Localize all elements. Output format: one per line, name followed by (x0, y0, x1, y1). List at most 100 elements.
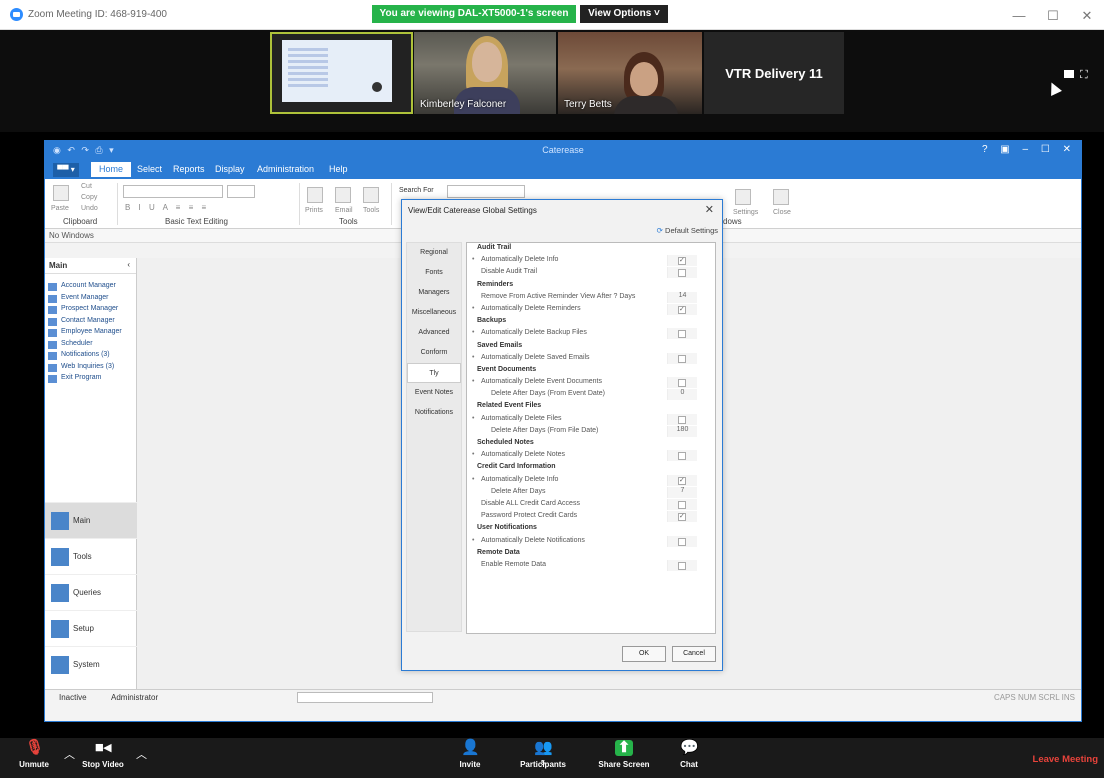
settings-row[interactable]: • Automatically Delete Saved Emails (467, 352, 715, 365)
settings-checkbox[interactable] (678, 415, 686, 424)
nav-group-system[interactable]: System (45, 646, 137, 682)
font-name-input[interactable] (123, 185, 223, 198)
undo-button[interactable]: Undo (81, 205, 98, 212)
collapse-chevron-icon[interactable]: ‹ (127, 260, 130, 269)
unmute-button[interactable]: 🎙 Unmute (14, 740, 54, 770)
close-button[interactable]: ✕ (1080, 8, 1094, 24)
nav-item-exit-program[interactable]: Exit Program (45, 374, 136, 386)
settings-nav-item[interactable]: Notifications (407, 403, 461, 423)
settings-button[interactable]: Settings (733, 209, 758, 216)
settings-row[interactable]: Enable Remote Data (467, 559, 715, 572)
close-doc-icon[interactable] (773, 189, 789, 205)
tools-icon[interactable] (363, 187, 379, 203)
view-options-button[interactable]: View Options ˅ (580, 5, 668, 23)
email-button[interactable]: Email (335, 207, 353, 214)
settings-checkbox[interactable] (678, 512, 686, 522)
settings-checkbox[interactable] (678, 476, 686, 485)
settings-nav-item[interactable]: Regional (407, 243, 461, 263)
settings-nav-item[interactable]: Miscellaneous (407, 303, 461, 323)
settings-checkbox[interactable] (678, 537, 686, 546)
settings-row[interactable]: • Automatically Delete Files (467, 413, 715, 426)
video-thumb-screen[interactable] (270, 32, 413, 114)
nav-item-account-manager[interactable]: Account Manager (45, 282, 136, 294)
settings-row[interactable]: Delete After Days (From Event Date) 0 (467, 389, 715, 401)
dialog-close-button[interactable]: ✕ (705, 203, 714, 216)
settings-checkbox[interactable] (678, 500, 686, 509)
cut-button[interactable]: Cut (81, 183, 92, 190)
settings-row[interactable]: • Automatically Delete Event Documents (467, 377, 715, 389)
stop-video-button[interactable]: ■◂ Stop Video (78, 740, 128, 770)
paste-icon[interactable] (53, 185, 69, 201)
tools-button[interactable]: Tools (363, 207, 379, 214)
default-settings-button[interactable]: ⟳ Default Settings (657, 226, 718, 235)
settings-row[interactable]: Disable Audit Trail (467, 267, 715, 279)
audio-options-chevron-icon[interactable]: ︿ (64, 746, 75, 762)
maximize-button[interactable]: ☐ (1046, 8, 1060, 24)
settings-row[interactable]: Delete After Days 7 (467, 486, 715, 499)
nav-group-tools[interactable]: Tools (45, 538, 137, 574)
cancel-button[interactable]: Cancel (672, 646, 716, 662)
settings-nav-item[interactable]: Managers (407, 283, 461, 303)
nav-group-setup[interactable]: Setup (45, 610, 137, 646)
settings-row[interactable]: Delete After Days (From File Date) 180 (467, 425, 715, 438)
settings-checkbox[interactable] (678, 561, 686, 570)
tab-administration[interactable]: Administration (257, 164, 314, 174)
settings-row[interactable]: Remove From Active Reminder View After ?… (467, 291, 715, 304)
nav-item-prospect-manager[interactable]: Prospect Manager (45, 305, 136, 317)
tab-display[interactable]: Display (215, 164, 245, 174)
settings-checkbox[interactable] (678, 269, 686, 278)
email-icon[interactable] (335, 187, 351, 203)
nav-item-scheduler[interactable]: Scheduler (45, 340, 136, 352)
copy-button[interactable]: Copy (81, 194, 97, 201)
app-window-controls[interactable]: ? ▣ – ☐ ✕ (982, 144, 1071, 155)
video-options-chevron-icon[interactable]: ︿ (136, 746, 147, 762)
settings-checkbox[interactable] (678, 354, 686, 363)
settings-nav-item[interactable]: Event Notes (407, 383, 461, 403)
nav-item-employee-manager[interactable]: Employee Manager (45, 328, 136, 340)
settings-checkbox[interactable] (678, 256, 686, 266)
participants-button[interactable]: 👥5 Participants (512, 740, 574, 770)
video-thumb-participant[interactable]: VTR Delivery 11 (704, 32, 844, 114)
settings-value-cell[interactable]: 180 (667, 425, 697, 437)
chat-button[interactable]: 💬 Chat (672, 740, 706, 770)
settings-row[interactable]: • Automatically Delete Reminders (467, 303, 715, 316)
settings-row[interactable]: • Automatically Delete Notifications (467, 535, 715, 548)
nav-group-main[interactable]: Main (45, 502, 137, 538)
nav-item-notifications[interactable]: Notifications (3) (45, 351, 136, 363)
search-input[interactable] (447, 185, 525, 198)
settings-checkbox[interactable] (678, 305, 686, 314)
settings-nav-item[interactable]: Conform (407, 343, 461, 363)
nav-item-event-manager[interactable]: Event Manager (45, 294, 136, 306)
settings-row[interactable]: Password Protect Credit Cards (467, 511, 715, 523)
font-size-input[interactable] (227, 185, 255, 198)
settings-checkbox[interactable] (678, 330, 686, 339)
prints-icon[interactable] (307, 187, 323, 203)
tab-home[interactable]: Home (91, 162, 132, 177)
settings-value-cell[interactable]: 14 (667, 291, 697, 303)
ok-button[interactable]: OK (622, 646, 666, 662)
settings-icon[interactable] (735, 189, 751, 205)
video-thumb-participant[interactable]: Kimberley Falconer (414, 32, 556, 114)
gallery-view-icon[interactable] (1064, 70, 1074, 78)
settings-row[interactable]: • Automatically Delete Info (467, 255, 715, 267)
nav-group-queries[interactable]: Queries (45, 574, 137, 610)
settings-row[interactable]: • Automatically Delete Notes (467, 450, 715, 462)
settings-checkbox[interactable] (678, 452, 686, 461)
nav-item-web-inquiries[interactable]: Web Inquiries (3) (45, 363, 136, 375)
settings-nav-item[interactable]: Advanced (407, 323, 461, 343)
fullscreen-icon[interactable]: ⛶ (1080, 69, 1088, 82)
settings-nav-item[interactable]: Fonts (407, 263, 461, 283)
leave-meeting-button[interactable]: Leave Meeting (1033, 754, 1098, 765)
share-screen-button[interactable]: ⬆ Share Screen (594, 740, 654, 770)
settings-value-cell[interactable]: 7 (667, 486, 697, 498)
minimize-button[interactable]: — (1012, 8, 1026, 23)
settings-value-cell[interactable]: 0 (667, 389, 697, 401)
invite-button[interactable]: 👤 Invite (452, 740, 488, 770)
tab-select[interactable]: Select (137, 164, 162, 174)
tab-help[interactable]: Help (329, 164, 348, 174)
tab-reports[interactable]: Reports (173, 164, 205, 174)
settings-row[interactable]: Disable ALL Credit Card Access (467, 498, 715, 511)
video-thumb-participant[interactable]: Terry Betts (558, 32, 702, 114)
settings-nav-item[interactable]: Tly (407, 363, 461, 383)
close-button-ribbon[interactable]: Close (773, 209, 791, 216)
